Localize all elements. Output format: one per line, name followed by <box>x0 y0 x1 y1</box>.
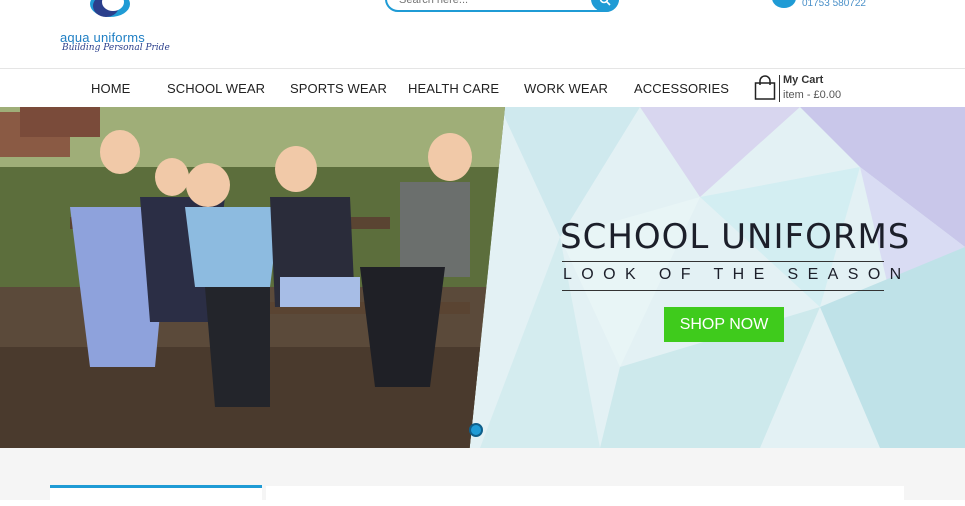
cart-title[interactable]: My Cart <box>783 74 823 86</box>
nav-school-wear[interactable]: SCHOOL WEAR <box>167 81 265 96</box>
slider-dot[interactable] <box>469 423 483 437</box>
content-area <box>0 448 965 506</box>
hero-title: SCHOOL UNIFORMS <box>560 217 911 257</box>
site-logo[interactable]: aqua uniforms Building Personal Pride <box>58 0 170 60</box>
shop-now-button[interactable]: SHOP NOW <box>664 307 784 342</box>
main-panel <box>266 486 904 506</box>
hero-subtitle: LOOK OF THE SEASON <box>563 266 911 283</box>
main-nav: HOME SCHOOL WEAR SPORTS WEAR HEALTH CARE… <box>0 68 965 107</box>
nav-work-wear[interactable]: WORK WEAR <box>524 81 608 96</box>
search-box <box>385 0 619 12</box>
logo-tagline: Building Personal Pride <box>62 43 170 53</box>
nav-accessories[interactable]: ACCESSORIES <box>634 81 729 96</box>
nav-home[interactable]: HOME <box>91 81 130 96</box>
hero-photo-children <box>0 107 505 448</box>
hero-divider-bottom <box>562 290 884 291</box>
site-header: aqua uniforms Building Personal Pride 01… <box>0 0 965 68</box>
logo-mark <box>90 0 130 17</box>
hero-banner: SCHOOL UNIFORMS LOOK OF THE SEASON SHOP … <box>0 107 965 448</box>
search-button[interactable] <box>591 0 619 12</box>
cart-summary[interactable]: item - £0.00 <box>783 89 841 101</box>
nav-health-care[interactable]: HEALTH CARE <box>408 81 499 96</box>
sidebar-panel <box>50 485 262 505</box>
hero-divider-top <box>562 261 884 262</box>
search-icon <box>599 0 611 6</box>
shopping-bag-icon[interactable] <box>754 75 776 100</box>
nav-sports-wear[interactable]: SPORTS WEAR <box>290 81 387 96</box>
cart-divider <box>779 75 780 102</box>
search-input[interactable] <box>399 0 589 6</box>
phone-icon <box>772 0 796 8</box>
phone-number[interactable]: 01753 580722 <box>802 0 866 9</box>
